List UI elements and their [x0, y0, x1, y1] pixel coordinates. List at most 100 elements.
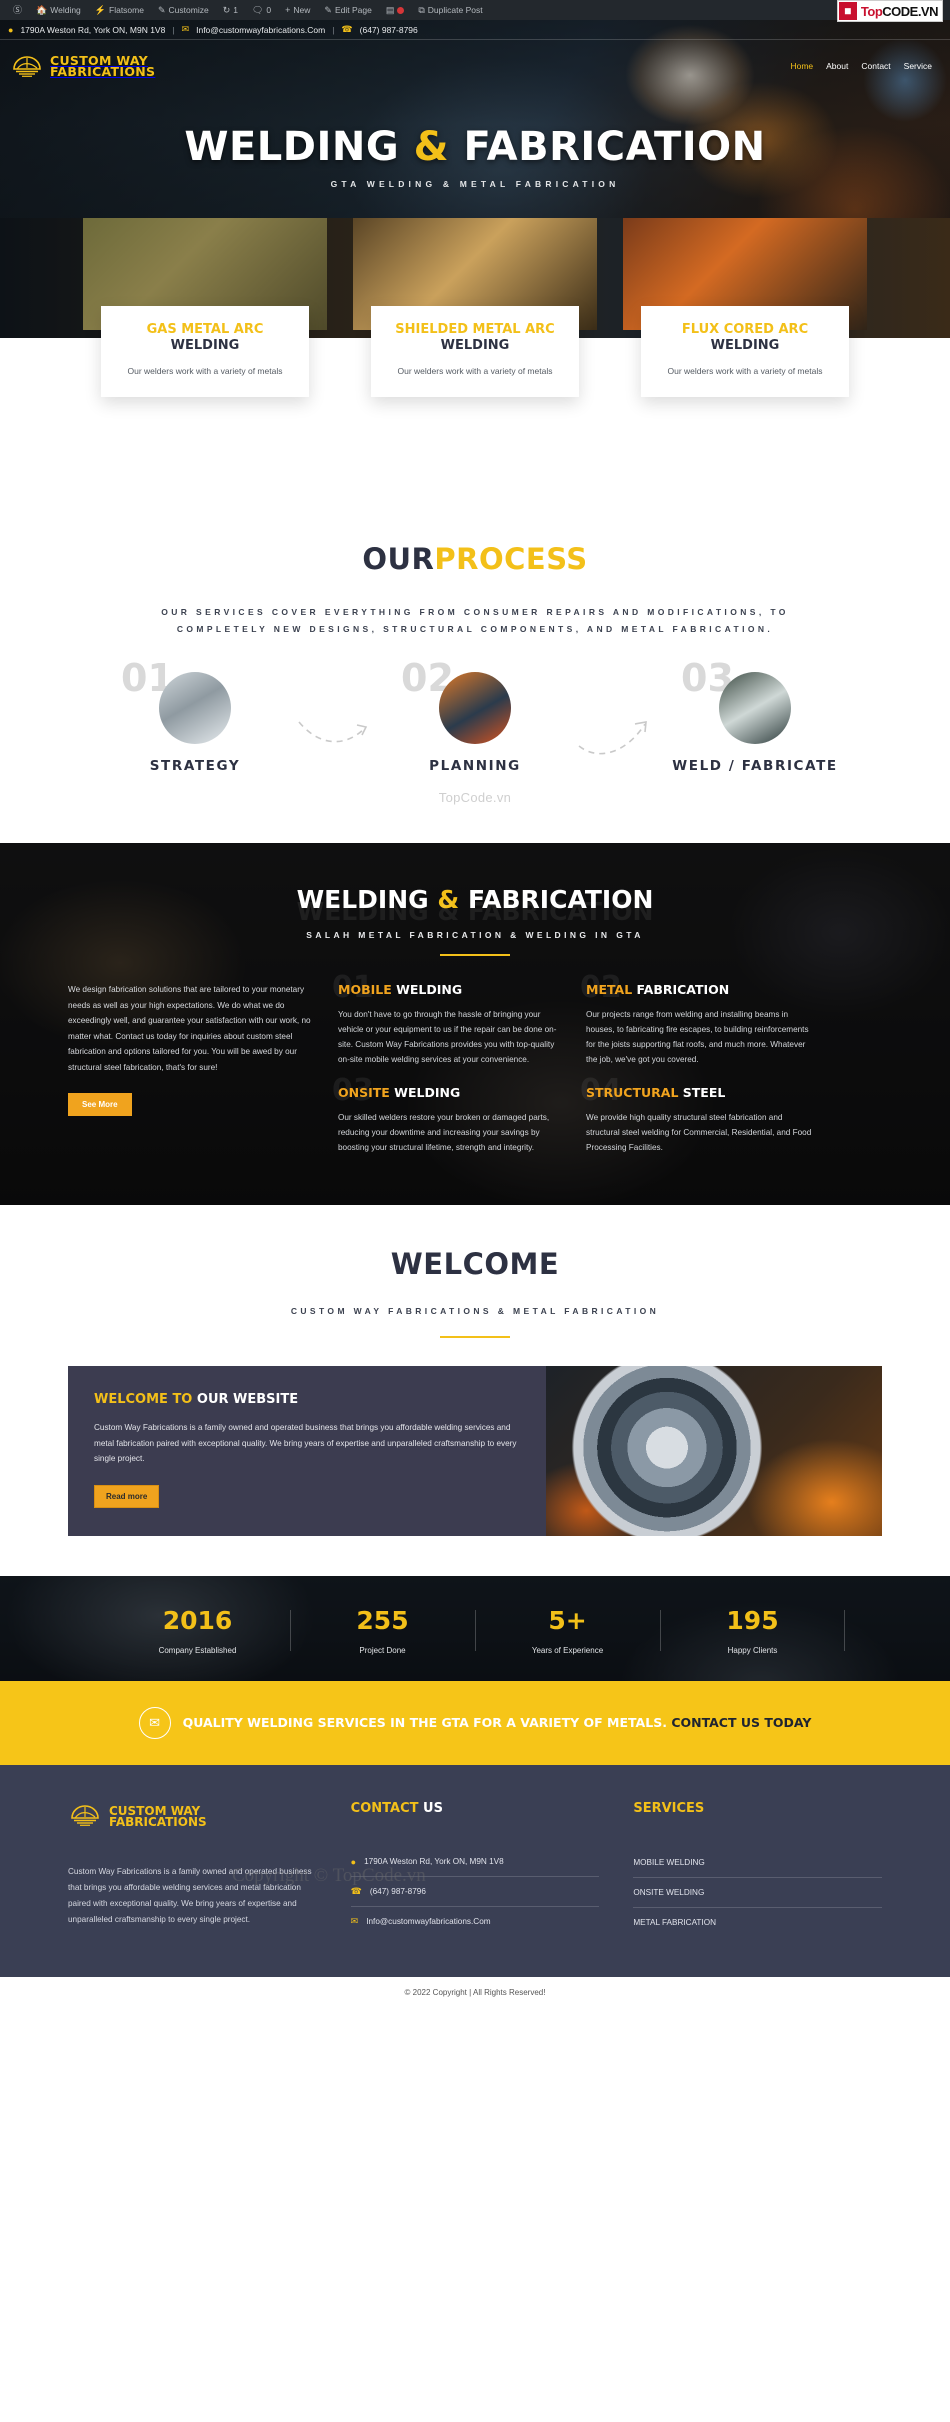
footer-services-head: SERVICES — [633, 1800, 705, 1816]
dark-service-head-main: FABRICATION — [636, 982, 730, 997]
dark-service-head-accent: METAL — [586, 982, 633, 997]
duplicate-icon: ⧉ — [418, 4, 425, 15]
admin-item-edit-page[interactable]: ✎ Edit Page — [317, 5, 378, 15]
welcome-section: WELCOME WELCOME CUSTOM WAY FABRICATIONS … — [0, 1205, 950, 1576]
site-icon: 🏠 — [36, 4, 48, 15]
watermark-mid: TopCode.vn — [438, 790, 512, 805]
footer-contact-head-accent: CONTACT — [350, 1800, 419, 1816]
dark-paragraph: We design fabrication solutions that are… — [68, 985, 311, 1072]
stat-number: 255 — [356, 1605, 409, 1635]
process-arrow-icon — [575, 700, 655, 770]
footer-service-link[interactable]: MOBILE WELDING — [633, 1848, 883, 1878]
topbar-divider-1: | — [172, 24, 175, 35]
welcome-box-head-accent: WELCOME TO — [94, 1392, 193, 1407]
topbar-phone[interactable]: (647) 987-8796 — [360, 25, 418, 35]
customize-icon: ✎ — [157, 4, 166, 15]
process-lead-text: OUR SERVICES COVER EVERYTHING FROM CONSU… — [161, 607, 789, 634]
admin-item-wordpress[interactable]: Ⓢ — [6, 5, 29, 15]
dark-service-item: 01 MOBILE WELDING You don't have to go t… — [332, 970, 564, 1067]
dark-service-text: Our projects range from welding and inst… — [586, 1010, 809, 1064]
dark-service-head-accent: MOBILE — [338, 982, 392, 997]
main-navigation[interactable]: Home About Contact Service — [790, 61, 932, 71]
stat-label: Company Established — [158, 1645, 237, 1655]
topcode-watermark-b: CODE.VN — [882, 3, 938, 19]
footer-contact-phone[interactable]: ☎ (647) 987-8796 — [350, 1877, 600, 1907]
footer-address-text: 1790A Weston Rd, York ON, M9N 1V8 — [364, 1857, 504, 1866]
admin-item-flatsome[interactable]: ⚡ Flatsome — [88, 5, 151, 15]
footer-service-link[interactable]: METAL FABRICATION — [633, 1908, 882, 1937]
contact-topbar: ● 1790A Weston Rd, York ON, M9N 1V8 | ✉ … — [0, 20, 950, 40]
service-card-title-accent: GAS METAL ARC — [146, 322, 264, 337]
process-step-label: WELD / FABRICATE — [672, 758, 838, 774]
admin-item-customize[interactable]: ✎ Customize — [151, 5, 216, 15]
service-card[interactable]: SHIELDED METAL ARC WELDING Our welders w… — [353, 218, 597, 397]
nav-item-contact[interactable]: Contact — [861, 61, 890, 71]
plus-icon: + — [285, 4, 291, 15]
phone-icon: ☎ — [341, 24, 353, 34]
hero-title-part-2: FABRICATION — [463, 124, 766, 170]
location-pin-icon: ● — [350, 1856, 357, 1867]
admin-item-duplicate-post[interactable]: ⧉ Duplicate Post — [411, 5, 489, 15]
brand-line-2: Fabrications — [50, 64, 156, 79]
hero-title: WELDING & FABRICATION — [0, 124, 950, 170]
cta-banner[interactable]: ✉ QUALITY WELDING SERVICES IN THE GTA FO… — [0, 1680, 950, 1765]
phone-icon: ☎ — [350, 1885, 362, 1896]
process-title-main: OUR — [362, 542, 435, 576]
admin-item-site-label: Welding — [50, 5, 81, 15]
topbar-email[interactable]: Info@customwayfabrications.Com — [196, 25, 325, 35]
process-step-label: STRATEGY — [149, 758, 241, 774]
pencil-icon: ✎ — [324, 4, 332, 15]
nav-item-about[interactable]: About — [826, 61, 848, 71]
topcode-watermark-badge: ⏹ TopCODE.VN — [836, 0, 943, 22]
admin-item-site[interactable]: 🏠 Welding — [29, 5, 88, 15]
service-card[interactable]: GAS METAL ARC WELDING Our welders work w… — [83, 218, 327, 397]
footer-about-text: Custom Way Fabrications is a family owne… — [68, 1866, 312, 1924]
admin-item-new[interactable]: + New — [278, 5, 317, 15]
footer-contact-email[interactable]: ✉ Info@customwayfabrications.Com — [351, 1907, 600, 1936]
footer-brand-line-2: Fabrications — [109, 1815, 207, 1829]
service-card[interactable]: FLUX CORED ARC WELDING Our welders work … — [623, 218, 867, 397]
welcome-text-panel: WELCOME TO OUR WEBSITE Custom Way Fabric… — [68, 1366, 546, 1536]
stat-item: 5+ Years of Experience — [475, 1606, 660, 1655]
footer-logo[interactable]: Custom Way Fabrications — [68, 1801, 317, 1834]
nav-item-service[interactable]: Service — [904, 61, 932, 71]
dark-service-text: You don't have to go through the hassle … — [338, 1010, 557, 1064]
admin-item-yoast[interactable]: ▤ — [379, 5, 412, 15]
footer-service-link[interactable]: ONSITE WELDING — [633, 1878, 883, 1908]
location-pin-icon: ● — [8, 24, 14, 35]
admin-item-edit-page-label: Edit Page — [334, 5, 372, 15]
wp-admin-bar[interactable]: Ⓢ 🏠 Welding ⚡ Flatsome ✎ Customize ↻ 1 🗨… — [0, 0, 950, 20]
welcome-subtitle: CUSTOM WAY FABRICATIONS & METAL FABRICAT… — [290, 1306, 660, 1316]
cta-text-action[interactable]: CONTACT US TODAY — [671, 1715, 811, 1730]
service-card-title-accent: FLUX CORED ARC — [681, 322, 809, 337]
service-card-title-main: WELDING — [710, 338, 780, 353]
footer-services-column: SERVICES MOBILE WELDING ONSITE WELDING M… — [633, 1800, 883, 1937]
admin-item-updates[interactable]: ↻ 1 — [216, 5, 245, 15]
status-dot-icon — [397, 6, 405, 14]
nav-item-home[interactable]: Home — [790, 61, 813, 71]
service-card-title-accent: SHIELDED METAL ARC — [395, 322, 555, 337]
service-card-title-main: WELDING — [440, 338, 510, 353]
stat-number: 195 — [726, 1605, 779, 1635]
footer-email-text: Info@customwayfabrications.Com — [366, 1916, 491, 1926]
dark-service-item: 02 METAL FABRICATION Our projects range … — [580, 970, 812, 1067]
welcome-box-head-main: OUR WEBSITE — [196, 1392, 299, 1407]
dark-service-head-main: WELDING — [396, 982, 463, 997]
admin-item-comments[interactable]: 🗨 0 — [245, 5, 278, 15]
process-step-image — [439, 672, 511, 744]
admin-item-flatsome-label: Flatsome — [109, 5, 144, 15]
admin-item-comments-count: 0 — [266, 5, 272, 15]
site-logo[interactable]: Custom Way Fabrications — [10, 53, 155, 79]
footer-contact-column: CONTACT US ● 1790A Weston Rd, York ON, M… — [350, 1800, 600, 1937]
topcode-logo-icon: ⏹ — [837, 1, 858, 21]
see-more-button[interactable]: See More — [68, 1093, 132, 1116]
comment-icon: 🗨 — [251, 4, 264, 15]
envelope-icon: ✉ — [181, 24, 190, 34]
read-more-button[interactable]: Read more — [94, 1484, 160, 1508]
flatsome-icon: ⚡ — [94, 4, 107, 15]
stat-item: 2016 Company Established — [105, 1606, 290, 1655]
footer-contact-address: ● 1790A Weston Rd, York ON, M9N 1V8 — [350, 1848, 600, 1877]
welcome-title: WELCOME WELCOME — [0, 1247, 950, 1294]
stat-number: 5+ — [548, 1605, 587, 1635]
welcome-title-text: WELCOME — [390, 1247, 560, 1281]
